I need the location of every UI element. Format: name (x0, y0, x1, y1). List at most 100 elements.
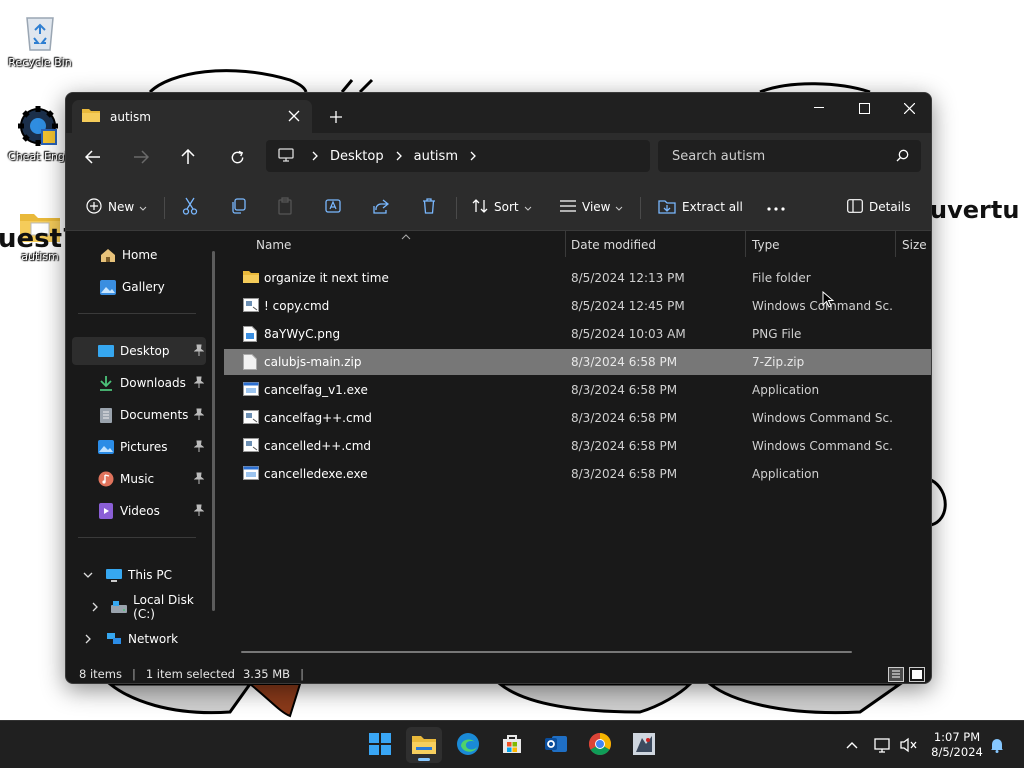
column-header-type[interactable]: Type (752, 238, 780, 252)
cheat-engine-icon (16, 104, 60, 148)
column-header-date-modified[interactable]: Date modified (571, 238, 656, 252)
network-status-icon[interactable] (873, 735, 893, 755)
nav-item-music[interactable]: Music (72, 465, 206, 493)
details-view-icon[interactable] (888, 667, 904, 682)
pin-icon[interactable] (193, 408, 205, 423)
download-arrow-icon (98, 375, 114, 391)
horizontal-scrollbar[interactable] (241, 651, 852, 653)
pin-icon[interactable] (193, 440, 205, 455)
nav-item-documents[interactable]: Documents (72, 401, 206, 429)
taskbar-edge[interactable] (450, 727, 486, 763)
pin-icon[interactable] (193, 472, 205, 487)
cut-button[interactable] (182, 193, 198, 221)
file-row[interactable]: organize it next time 8/5/2024 12:13 PM … (240, 265, 931, 291)
chevron-right-icon[interactable] (396, 151, 402, 161)
navigation-scrollbar[interactable] (212, 251, 215, 611)
address-bar[interactable]: Desktop autism (266, 140, 650, 172)
chevron-right-icon[interactable] (88, 599, 101, 615)
maximize-icon[interactable] (841, 93, 887, 123)
breadcrumb-autism[interactable]: autism (414, 149, 458, 164)
file-type: Application (752, 383, 820, 397)
navigation-pane: Home Gallery Desktop Downloads Documents (66, 231, 216, 663)
extract-all-button[interactable]: Extract all (658, 193, 743, 221)
forward-arrow-icon[interactable] (126, 143, 156, 171)
nav-item-pictures[interactable]: Pictures (72, 433, 206, 461)
file-name: cancelledexe.exe (264, 467, 368, 481)
more-options-button[interactable] (767, 193, 785, 221)
nav-item-label: Music (120, 472, 155, 486)
share-button[interactable] (373, 193, 390, 221)
sort-button[interactable]: Sort (472, 193, 532, 221)
nav-item-gallery[interactable]: Gallery (72, 273, 204, 301)
taskbar-file-explorer[interactable] (406, 727, 442, 763)
nav-item-downloads[interactable]: Downloads (72, 369, 206, 397)
file-row[interactable]: 8aYWyC.png 8/5/2024 10:03 AM PNG File (240, 321, 931, 347)
taskbar-store[interactable] (494, 727, 530, 763)
chevron-up-icon[interactable] (842, 735, 862, 755)
column-header-name[interactable]: Name (256, 238, 291, 252)
nav-item-desktop[interactable]: Desktop (72, 337, 206, 365)
file-date: 8/3/2024 6:58 PM (571, 411, 678, 425)
pin-icon[interactable] (193, 376, 205, 391)
pin-icon[interactable] (193, 504, 205, 519)
volume-muted-icon[interactable] (899, 735, 919, 755)
chevron-down-icon (139, 200, 147, 214)
chevron-right-icon[interactable] (312, 151, 318, 161)
minimize-icon[interactable] (796, 93, 842, 123)
new-button[interactable]: New (86, 193, 147, 221)
taskbar-app[interactable] (626, 727, 662, 763)
item-count: 8 items (79, 667, 122, 681)
file-row[interactable]: cancelfag++.cmd 8/3/2024 6:58 PM Windows… (240, 405, 931, 431)
taskbar-outlook[interactable] (538, 727, 574, 763)
breadcrumb-desktop[interactable]: Desktop (330, 149, 384, 164)
details-button[interactable]: Details (847, 193, 911, 221)
file-row-selected[interactable]: calubjs-main.zip 8/3/2024 6:58 PM 7-Zip.… (224, 349, 931, 375)
app-icon (632, 732, 656, 759)
nav-item-this-pc[interactable]: This PC (72, 561, 204, 589)
delete-button[interactable] (422, 193, 436, 221)
nav-item-local-disk[interactable]: Local Disk (C:) (72, 593, 204, 621)
plus-circle-icon (86, 197, 102, 217)
tiles-view-icon[interactable] (909, 667, 925, 682)
pin-icon[interactable] (193, 344, 205, 359)
column-header-size[interactable]: Size (902, 238, 927, 252)
file-row[interactable]: cancelledexe.exe 8/3/2024 6:58 PM Applic… (240, 461, 931, 487)
close-icon[interactable] (886, 93, 931, 123)
chevron-right-icon[interactable] (80, 631, 96, 647)
paste-button[interactable] (278, 193, 292, 221)
new-tab-icon[interactable] (324, 105, 348, 129)
search-input[interactable]: Search autism (658, 140, 921, 172)
title-bar[interactable]: autism (66, 93, 931, 133)
copy-button[interactable] (230, 193, 246, 221)
taskbar-chrome[interactable] (582, 727, 618, 763)
file-row[interactable]: cancelled++.cmd 8/3/2024 6:58 PM Windows… (240, 433, 931, 459)
nav-item-videos[interactable]: Videos (72, 497, 206, 525)
view-button[interactable]: View (560, 193, 623, 221)
rename-button[interactable] (325, 193, 343, 221)
refresh-icon[interactable] (222, 143, 252, 171)
notification-bell-icon[interactable] (987, 735, 1007, 755)
column-divider[interactable] (895, 231, 896, 257)
view-lines-icon (560, 199, 576, 215)
chevron-down-icon[interactable] (80, 567, 96, 583)
up-arrow-icon[interactable] (173, 143, 203, 171)
column-divider[interactable] (745, 231, 746, 257)
back-arrow-icon[interactable] (78, 143, 108, 171)
network-icon (106, 631, 122, 647)
tab-autism[interactable]: autism (72, 100, 312, 133)
navigation-bar: Desktop autism Search autism (66, 133, 931, 181)
nav-divider (78, 537, 196, 538)
sort-label: Sort (494, 200, 519, 214)
desktop-icon-recycle-bin[interactable]: Recycle Bin (2, 10, 78, 69)
search-icon[interactable] (896, 149, 909, 165)
chevron-right-icon[interactable] (470, 151, 476, 161)
column-divider[interactable] (565, 231, 566, 257)
start-button[interactable] (362, 727, 398, 763)
system-clock[interactable]: 1:07 PM 8/5/2024 (922, 730, 992, 760)
file-row[interactable]: cancelfag_v1.exe 8/3/2024 6:58 PM Applic… (240, 377, 931, 403)
details-pane-icon (847, 198, 863, 216)
nav-item-home[interactable]: Home (72, 241, 204, 269)
nav-item-network[interactable]: Network (72, 625, 204, 653)
cmd-file-icon (243, 410, 259, 426)
tab-close-icon[interactable] (286, 108, 302, 124)
